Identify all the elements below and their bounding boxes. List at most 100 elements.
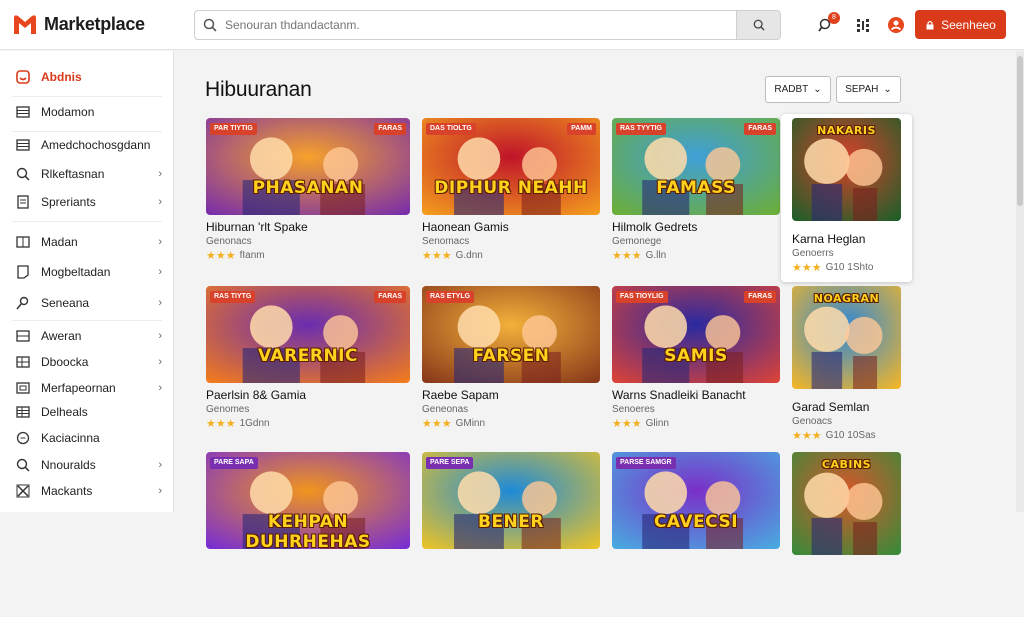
- chevron-right-icon: ›: [158, 236, 162, 248]
- sidebar-item-label: Kaciacinna: [41, 431, 100, 445]
- sidebar-item[interactable]: Delheals: [0, 400, 174, 424]
- sidebar-item-label: Dboocka: [41, 355, 89, 369]
- thumbnail-title-art: NAKARIS: [817, 124, 876, 137]
- app-logo[interactable]: Marketplace: [12, 12, 145, 36]
- game-thumbnail[interactable]: NOAGRAN: [792, 286, 901, 389]
- sidebar-item-label: Mogbeltadan: [41, 265, 111, 279]
- game-card[interactable]: CAVECSI PARSE SAMGR: [612, 452, 780, 611]
- game-rating: ★★★ G.lln: [612, 249, 666, 262]
- game-title[interactable]: Hilmolk Gedrets: [612, 220, 697, 234]
- sidebar-item[interactable]: Modamon: [0, 100, 174, 124]
- list-icon: [14, 103, 32, 121]
- game-card[interactable]: NAKARIS Karna Heglan Genoerrs ★★★ G10 1Shto: [781, 114, 912, 283]
- sidebar-item[interactable]: Nnouralds ›: [0, 453, 174, 477]
- thumbnail-title-art: CAVECSI: [653, 512, 739, 533]
- sidebar-item[interactable]: Abdnis: [0, 65, 174, 89]
- game-thumbnail[interactable]: NAKARIS: [792, 118, 901, 221]
- sidebar-item-label: Madan: [41, 235, 78, 249]
- logo-icon: [14, 15, 36, 35]
- price-tag: FARAS: [744, 291, 776, 303]
- game-genre: Geneonas: [422, 404, 469, 415]
- sign-in-button[interactable]: Seenheeo: [915, 10, 1006, 39]
- filter-dropdown[interactable]: SEPAH ⌄: [836, 76, 901, 103]
- chevron-right-icon: ›: [158, 330, 162, 342]
- game-thumbnail[interactable]: FAMASS RAS TYYTIG FARAS: [612, 118, 780, 215]
- game-thumbnail[interactable]: BENER PARE SEPA: [422, 452, 600, 549]
- sidebar-item[interactable]: Kaciacinna: [0, 426, 174, 450]
- game-card[interactable]: VARERNIC RAS TIYTG FARAS Paerlsin 8& Gamia G…: [206, 286, 410, 445]
- game-thumbnail[interactable]: VARERNIC RAS TIYTG FARAS: [206, 286, 410, 383]
- sidebar-item[interactable]: Dboocka ›: [0, 350, 174, 374]
- game-thumbnail[interactable]: SAMIS FAS TIOYLIG FARAS: [612, 286, 780, 383]
- notifications-button[interactable]: 8: [814, 12, 840, 37]
- game-card[interactable]: PHASANAN PAR TIYTIG FARAS Hiburnan 'rlt Spa…: [206, 118, 410, 277]
- grid-icon: [14, 327, 32, 345]
- game-title[interactable]: Raebe Sapam: [422, 388, 499, 402]
- sidebar-item[interactable]: Seneana ›: [0, 291, 174, 315]
- game-genre: Genomes: [206, 404, 250, 415]
- sidebar-item[interactable]: Mogbeltadan ›: [0, 260, 174, 284]
- game-card[interactable]: CABINS: [792, 452, 901, 617]
- chevron-right-icon: ›: [158, 356, 162, 368]
- sidebar-divider: [12, 320, 162, 321]
- promo-tag: PARE SEPA: [426, 457, 474, 469]
- game-title[interactable]: Haonean Gamis: [422, 220, 509, 234]
- game-thumbnail[interactable]: CAVECSI PARSE SAMGR: [612, 452, 780, 549]
- thumbnail-title-art: KEHPAN DUHRHEHAS: [245, 512, 371, 549]
- game-title[interactable]: Hiburnan 'rlt Spake: [206, 220, 308, 234]
- document-icon: [14, 193, 32, 211]
- sidebar-item[interactable]: Madan ›: [0, 230, 174, 254]
- rating-count: G.lln: [645, 250, 667, 261]
- game-card[interactable]: BENER PARE SEPA: [422, 452, 600, 611]
- game-card[interactable]: NOAGRAN Garad Semlan Genoacs ★★★ G10 10Sas: [792, 286, 901, 451]
- apps-button[interactable]: [851, 13, 875, 37]
- account-button[interactable]: [884, 13, 908, 37]
- game-thumbnail[interactable]: CABINS: [792, 452, 901, 555]
- thumbnail-title-art: CABINS: [821, 458, 872, 471]
- game-title[interactable]: Paerlsin 8& Gamia: [206, 388, 306, 402]
- notification-badge: 8: [828, 12, 840, 24]
- sidebar-item[interactable]: Amedchochosgdann: [0, 133, 174, 157]
- game-thumbnail[interactable]: FARSEN RAS ETYLG: [422, 286, 600, 383]
- top-bar: Marketplace 8 Seenheeo: [0, 0, 1024, 50]
- search-input[interactable]: [225, 18, 736, 32]
- sort-dropdown[interactable]: RADBT ⌄: [765, 76, 831, 103]
- chevron-right-icon: ›: [158, 485, 162, 497]
- sidebar-item[interactable]: Mackants ›: [0, 479, 174, 503]
- game-card[interactable]: SAMIS FAS TIOYLIG FARAS Warns Snadleiki Ban…: [612, 286, 780, 445]
- game-thumbnail[interactable]: PHASANAN PAR TIYTIG FARAS: [206, 118, 410, 215]
- game-genre: Senomacs: [422, 236, 470, 247]
- sidebar-item[interactable]: Spreriants ›: [0, 190, 174, 214]
- sidebar-divider: [12, 96, 162, 97]
- sidebar-item[interactable]: Rlkeftasnan ›: [0, 162, 174, 186]
- game-title[interactable]: Warns Snadleiki Banacht: [612, 388, 746, 402]
- scrollbar-thumb[interactable]: [1017, 56, 1023, 206]
- price-tag: FARAS: [374, 291, 406, 303]
- sidebar-divider: [12, 221, 162, 222]
- game-card[interactable]: FARSEN RAS ETYLG Raebe Sapam Geneonas ★★★ GMi…: [422, 286, 600, 445]
- game-thumbnail[interactable]: KEHPAN DUHRHEHAS PARE SAPA: [206, 452, 410, 549]
- game-card[interactable]: FAMASS RAS TYYTIG FARAS Hilmolk Gedrets Gemo…: [612, 118, 780, 277]
- promo-tag: PARSE SAMGR: [616, 457, 676, 469]
- search-bar[interactable]: [194, 10, 781, 40]
- search-button[interactable]: [736, 11, 780, 39]
- game-rating: ★★★ fIanm: [206, 249, 265, 262]
- folder-icon: [14, 379, 32, 397]
- game-rating: ★★★ GMinn: [422, 417, 485, 430]
- game-card[interactable]: DIPHUR NEAHH DAS TIOLTG PAMM Haonean Gamis S…: [422, 118, 600, 277]
- sidebar-item-label: Aweran: [41, 329, 82, 343]
- thumbnail-title-art: BENER: [477, 512, 544, 533]
- lock-icon: [926, 20, 934, 29]
- rating-count: G10 10Sas: [825, 430, 876, 441]
- game-title[interactable]: Garad Semlan: [792, 400, 869, 414]
- game-genre: Genoerrs: [792, 248, 834, 259]
- sidebar-item-label: Seneana: [41, 296, 90, 310]
- sidebar: Abdnis Modamon Amedchochosgdann Rlkeftas…: [0, 51, 174, 512]
- rating-count: G.dnn: [455, 250, 483, 261]
- chevron-right-icon: ›: [158, 168, 162, 180]
- sidebar-item[interactable]: Merfapeornan ›: [0, 376, 174, 400]
- game-card[interactable]: KEHPAN DUHRHEHAS PARE SAPA: [206, 452, 410, 611]
- sidebar-item[interactable]: Aweran ›: [0, 324, 174, 348]
- game-thumbnail[interactable]: DIPHUR NEAHH DAS TIOLTG PAMM: [422, 118, 600, 215]
- game-title[interactable]: Karna Heglan: [792, 232, 865, 246]
